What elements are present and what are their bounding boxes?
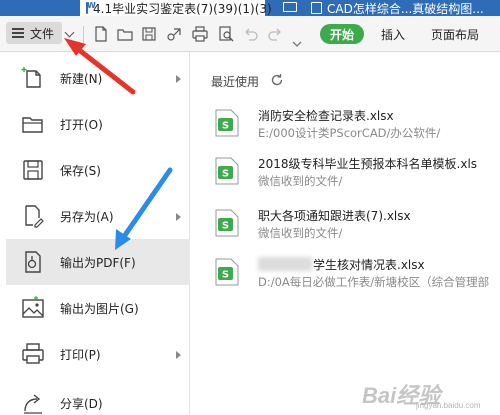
save-icon[interactable] [141,26,157,42]
recent-title: 最近使用 [211,75,260,89]
hamburger-icon [12,28,24,38]
tab-document-1-label: 4.1毕业实习鉴定表(7)(39)(1)(3) [93,1,272,16]
toolbar-divider [83,26,84,44]
svg-text:S: S [222,121,229,132]
recent-file-path: 微信收到的文件/ [258,226,343,240]
tab-document-2-label: CAD怎样综合...真破结构图... [327,1,484,16]
tab-start[interactable]: 开始 [320,24,364,44]
recent-file-name: 学生核对情况表.xlsx [313,258,425,272]
undo-icon[interactable] [243,26,259,42]
menu-item-print-label: 打印(P) [60,347,101,362]
recent-file-item[interactable]: S 2018级专科毕业生预报本科名单模板.xls 微信收到的文件/ [215,153,500,193]
recent-file-path: E:/000设计类PScorCAD/办公软件/ [258,126,441,140]
word-doc-icon [86,1,96,14]
watermark-subtext: jingyan.baidu.com [416,401,481,410]
menu-item-open-label: 打开(O) [60,117,103,132]
recent-files-panel: 最近使用 S 消防安全检查记录表.xlsx E:/000设计类PScorCAD/… [190,52,500,415]
recent-file-item[interactable]: S 职大各项通知跟进表(7).xlsx 微信收到的文件/ [215,205,500,245]
open-folder-icon[interactable] [117,26,133,42]
file-menu-button[interactable]: 文件 [6,22,62,44]
tab-insert[interactable]: 插入 [381,26,405,43]
printer-icon [20,341,46,367]
menu-item-save-as[interactable]: 另存为(A) [6,193,190,239]
save-as-icon [20,203,46,229]
title-bar: 4.1毕业实习鉴定表(7)(39)(1)(3) CAD怎样综合...真破结构图.… [0,0,500,16]
chevron-down-icon[interactable] [64,27,75,38]
submenu-arrow-icon [176,75,181,83]
folder-icon [20,111,46,137]
menu-item-print[interactable]: 打印(P) [6,331,190,377]
spreadsheet-file-icon: S [215,209,239,237]
menu-item-export-pdf-label: 输出为PDF(F) [60,255,136,270]
spreadsheet-file-icon: S [215,109,239,137]
new-icon [20,65,46,91]
save-icon [20,157,46,183]
tab-document-2[interactable]: CAD怎样综合...真破结构图... [305,0,500,16]
recent-file-name: 消防安全检查记录表.xlsx [258,109,394,123]
recent-file-item[interactable]: S 学生核对情况表.xlsx D:/0A每日必做工作表/新塘校区（综合管理部 [215,254,500,294]
refresh-icon[interactable] [270,72,284,86]
ribbon-toolbar: 文件 开始 插入 页面布局 [0,16,500,52]
more-icon[interactable] [292,32,302,47]
new-doc-icon[interactable] [93,26,109,42]
menu-item-share[interactable]: 分享(D) [6,380,190,415]
redacted-region [258,257,312,271]
submenu-arrow-icon [176,351,181,359]
recent-file-item[interactable]: S 消防安全检查记录表.xlsx E:/000设计类PScorCAD/办公软件/ [215,105,500,145]
monitor-icon[interactable] [283,2,297,12]
document-icon [311,2,322,14]
share-icon [20,390,46,415]
spreadsheet-file-icon: S [215,157,239,185]
menu-item-save-as-label: 另存为(A) [60,209,114,224]
menu-item-export-image-label: 输出为图片(G) [60,301,139,316]
svg-text:S: S [222,169,229,180]
submenu-arrow-icon [176,213,181,221]
menu-item-export-pdf[interactable]: 输出为PDF(F) [6,239,190,285]
svg-text:S: S [222,270,229,281]
menu-item-new-label: 新建(N) [60,71,103,86]
spreadsheet-file-icon: S [215,258,239,286]
recent-file-path: 微信收到的文件/ [258,174,343,188]
file-menu-label: 文件 [30,26,55,41]
pdf-export-icon [20,249,46,275]
svg-text:S: S [222,221,229,232]
redo-icon[interactable] [267,26,283,42]
print-preview-icon[interactable] [218,26,234,42]
menu-item-new[interactable]: 新建(N) [6,55,190,101]
export-icon[interactable] [166,26,182,42]
watermark-logo: Bai经验 jingyan.baidu.com [362,376,498,412]
recent-file-name: 2018级专科毕业生预报本科名单模板.xls [258,157,478,171]
menu-item-export-image[interactable]: 输出为图片(G) [6,285,190,331]
recent-file-name: 职大各项通知跟进表(7).xlsx [258,209,411,223]
print-icon[interactable] [192,26,208,42]
menu-item-save[interactable]: 保存(S) [6,147,190,193]
menu-item-open[interactable]: 打开(O) [6,101,190,147]
tab-document-1[interactable]: 4.1毕业实习鉴定表(7)(39)(1)(3) [80,0,272,16]
recent-file-path: D:/0A每日必做工作表/新塘校区（综合管理部 [258,275,490,289]
tab-page-layout[interactable]: 页面布局 [431,26,479,43]
menu-item-share-label: 分享(D) [60,396,103,411]
menu-item-save-label: 保存(S) [60,163,101,178]
image-export-icon [20,295,46,321]
